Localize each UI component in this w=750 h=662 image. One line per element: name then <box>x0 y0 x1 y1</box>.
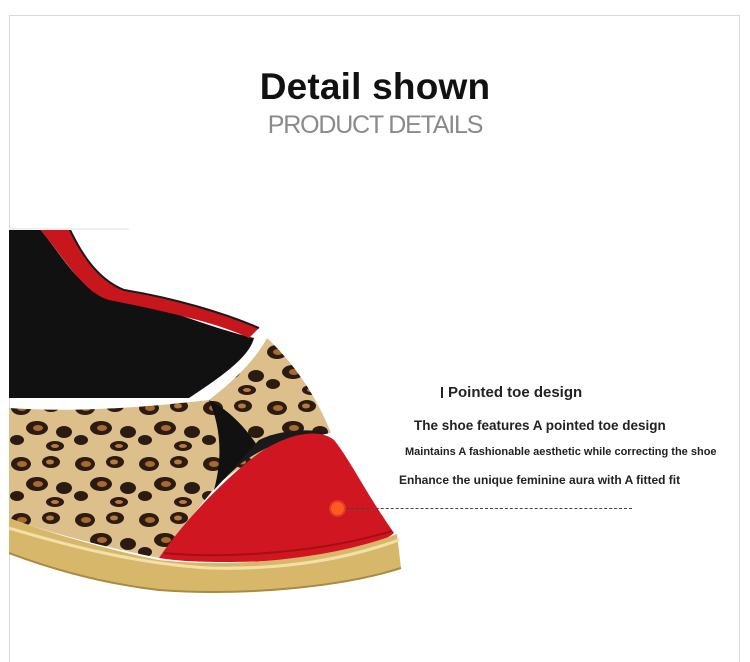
callout-line-2: Maintains A fashionable aesthetic while … <box>405 446 717 458</box>
heading-bar-icon <box>441 387 443 398</box>
page-title: Detail shown <box>259 66 491 107</box>
callout-heading-text: Pointed toe design <box>448 384 583 401</box>
callout-leader-line <box>346 508 632 509</box>
page-subtitle: PRODUCT DETAILS <box>267 111 484 139</box>
shoe-image <box>9 228 402 593</box>
callout-line-1: The shoe features A pointed toe design <box>414 418 666 433</box>
hotspot-marker[interactable] <box>331 502 344 515</box>
callout-heading: Pointed toe design <box>441 384 582 401</box>
callout-line-3: Enhance the unique feminine aura with A … <box>399 473 681 487</box>
